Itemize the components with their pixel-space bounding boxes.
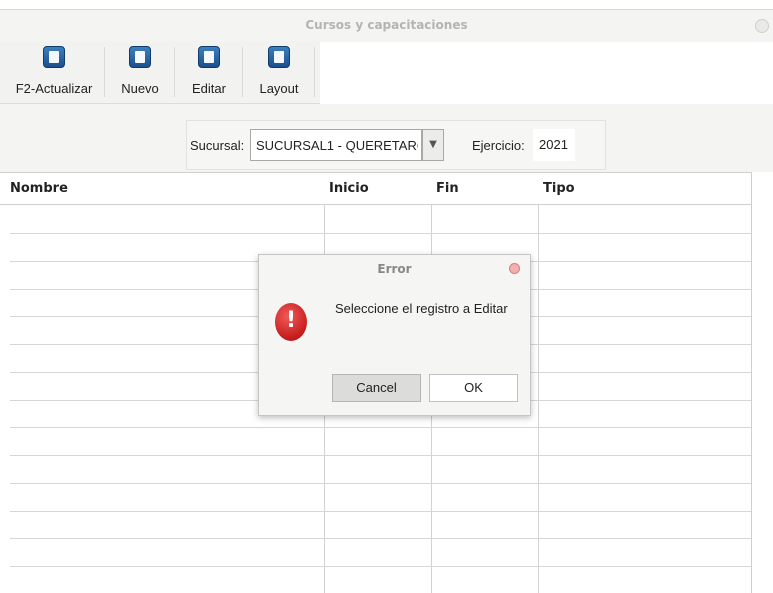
ejercicio-label: Ejercicio: xyxy=(472,138,525,153)
new-button-label: Nuevo xyxy=(121,81,159,96)
window-title: Cursos y capacitaciones xyxy=(305,18,468,32)
cancel-button[interactable]: Cancel xyxy=(332,374,421,402)
sucursal-value: SUCURSAL1 - QUERETARO xyxy=(256,138,418,153)
chevron-down-icon[interactable]: ▼ xyxy=(422,129,444,161)
layout-button[interactable]: Layout xyxy=(248,41,310,103)
sucursal-select[interactable]: SUCURSAL1 - QUERETARO xyxy=(250,129,422,161)
error-icon: ! xyxy=(275,303,307,341)
ejercicio-field[interactable]: 2021 xyxy=(533,129,575,161)
new-document-icon xyxy=(129,46,151,68)
filter-bar: Sucursal: SUCURSAL1 - QUERETARO ▼ Ejerci… xyxy=(0,104,773,172)
dialog-message: Seleccione el registro a Editar xyxy=(335,301,508,316)
layout-icon xyxy=(268,46,290,68)
column-divider xyxy=(538,172,539,593)
column-header-nombre[interactable]: Nombre xyxy=(10,181,68,196)
refresh-button-label: F2-Actualizar xyxy=(15,81,93,96)
toolbar-separator xyxy=(242,47,243,97)
column-header-fin[interactable]: Fin xyxy=(436,181,459,196)
table-row[interactable] xyxy=(10,566,751,567)
window-titlebar: Cursos y capacitaciones xyxy=(0,9,773,42)
table-row[interactable] xyxy=(10,511,751,512)
close-icon[interactable] xyxy=(509,263,520,274)
ok-button[interactable]: OK xyxy=(429,374,518,402)
ejercicio-value: 2021 xyxy=(539,137,568,152)
toolbar-separator xyxy=(104,47,105,97)
refresh-icon xyxy=(43,46,65,68)
column-header-tipo[interactable]: Tipo xyxy=(543,181,575,196)
edit-button-label: Editar xyxy=(192,81,226,96)
toolbar-separator xyxy=(174,47,175,97)
column-header-inicio[interactable]: Inicio xyxy=(329,181,369,196)
table-row[interactable] xyxy=(10,538,751,539)
window-control-icon[interactable] xyxy=(755,19,769,33)
edit-document-icon xyxy=(198,46,220,68)
table-header: Nombre Inicio Fin Tipo xyxy=(0,172,751,205)
new-button[interactable]: Nuevo xyxy=(112,41,168,103)
layout-button-label: Layout xyxy=(259,81,299,96)
dialog-title: Error xyxy=(377,262,412,276)
toolbar: F2-Actualizar Nuevo Editar Layout xyxy=(0,41,320,104)
error-dialog: Error ! Seleccione el registro a Editar … xyxy=(258,254,531,416)
refresh-button[interactable]: F2-Actualizar xyxy=(8,41,100,103)
table-row[interactable] xyxy=(10,455,751,456)
table-row[interactable] xyxy=(10,483,751,484)
toolbar-separator xyxy=(314,47,315,97)
edit-button[interactable]: Editar xyxy=(182,41,236,103)
table-row[interactable] xyxy=(10,233,751,234)
table-row[interactable] xyxy=(10,427,751,428)
sucursal-label: Sucursal: xyxy=(190,138,245,153)
